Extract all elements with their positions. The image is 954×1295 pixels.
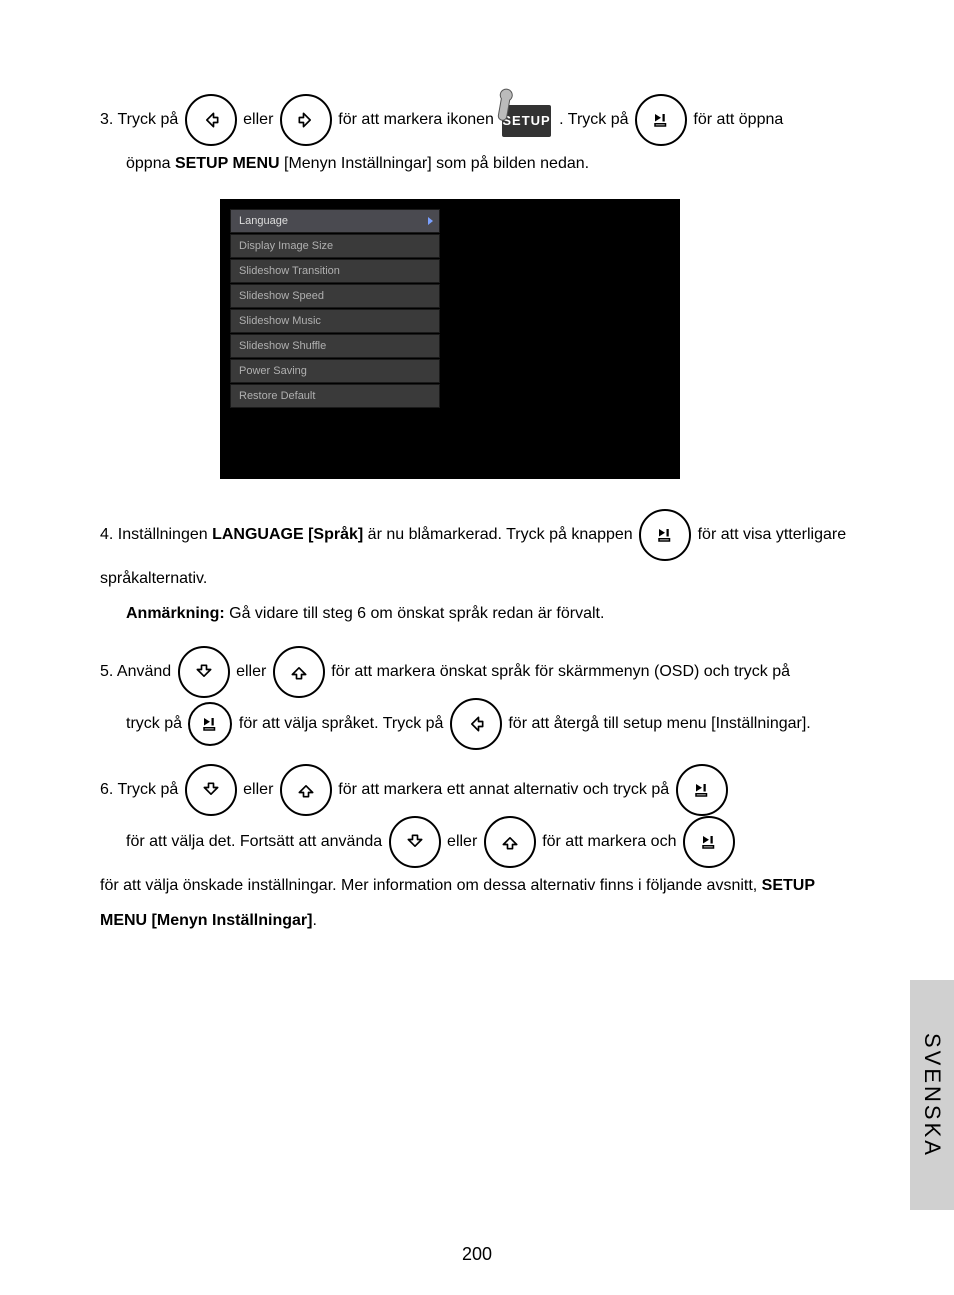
menu-item-slideshow-shuffle: Slideshow Shuffle	[230, 334, 440, 358]
menu-item-display-image-size: Display Image Size	[230, 234, 440, 258]
play-pause-icon	[676, 764, 728, 816]
step5-text-4: för att återgå till setup menu [Inställn…	[508, 715, 810, 732]
step-5: 5. Använd eller för att markera önskat s…	[100, 646, 860, 750]
step-3: 3. Tryck på eller för att markera ikonen…	[100, 94, 860, 181]
left-arrow-icon	[185, 94, 237, 146]
left-arrow-icon	[450, 698, 502, 750]
step3-number: 3.	[100, 102, 113, 137]
down-arrow-icon	[178, 646, 230, 698]
step3-or: eller	[243, 111, 278, 128]
play-pause-icon	[683, 816, 735, 868]
menu-item-power-saving: Power Saving	[230, 359, 440, 383]
play-pause-icon	[635, 94, 687, 146]
step5-text-1: Använd	[117, 663, 176, 680]
play-pause-icon	[188, 702, 232, 746]
language-tab: SVENSKA	[910, 980, 954, 1210]
step6-text-2: för att markera ett annat alternativ och…	[338, 781, 673, 798]
down-arrow-icon	[185, 764, 237, 816]
menu-item-slideshow-music: Slideshow Music	[230, 309, 440, 333]
submenu-arrow-icon	[428, 217, 433, 225]
setup-menu-list: Language Display Image Size Slideshow Tr…	[230, 209, 440, 409]
menu-item-restore-default: Restore Default	[230, 384, 440, 408]
step6-text-5: för att välja önskade inställningar. Mer…	[100, 877, 762, 894]
step4-text-1: Inställningen	[118, 526, 212, 543]
step4-note: Anmärkning:	[126, 605, 225, 622]
step3-text-3: . Tryck på	[559, 111, 633, 128]
up-arrow-icon	[484, 816, 536, 868]
step5-text-2: för att markera önskat språk för skärmme…	[331, 663, 790, 680]
step6-text-3: för att välja det. Fortsätt att använda	[126, 833, 387, 850]
step5-tryck: tryck på	[126, 715, 186, 732]
step4-text-2: är nu blåmarkerad. Tryck på knappen	[368, 526, 637, 543]
step5-text-3: för att välja språket. Tryck på	[239, 715, 448, 732]
step-6: 6. Tryck på eller för att markera ett an…	[100, 764, 860, 938]
step6-or-1: eller	[243, 781, 278, 798]
up-arrow-icon	[273, 646, 325, 698]
step4-number: 4.	[100, 517, 113, 552]
down-arrow-icon	[389, 816, 441, 868]
language-tab-label: SVENSKA	[919, 1033, 945, 1158]
step6-number: 6.	[100, 772, 113, 807]
step5-or: eller	[236, 663, 271, 680]
menu-item-language: Language	[230, 209, 440, 233]
play-pause-icon	[639, 509, 691, 561]
step3-text-1: Tryck på	[118, 111, 183, 128]
step5-number: 5.	[100, 654, 113, 689]
step3-menu: SETUP MENU	[175, 155, 280, 172]
step3-open: öppna	[126, 155, 175, 172]
step6-text-1: Tryck på	[118, 781, 183, 798]
step6-dot: .	[312, 912, 316, 929]
setup-icon: SETUP	[502, 103, 550, 138]
page-number: 200	[0, 1244, 954, 1265]
menu-item-slideshow-transition: Slideshow Transition	[230, 259, 440, 283]
step-4: 4. Inställningen LANGUAGE [Språk] är nu …	[100, 509, 860, 631]
step3-text-2: för att markera ikonen	[338, 111, 498, 128]
step3-text-4: för att öppna	[693, 111, 783, 128]
step6-text-4: för att markera och	[542, 833, 681, 850]
up-arrow-icon	[280, 764, 332, 816]
step4-text-4: Gå vidare till steg 6 om önskat språk re…	[229, 605, 604, 622]
setup-menu-screenshot: Language Display Image Size Slideshow Tr…	[220, 199, 680, 479]
step6-or-2: eller	[447, 833, 482, 850]
step4-language: LANGUAGE [Språk]	[212, 526, 363, 543]
right-arrow-icon	[280, 94, 332, 146]
menu-item-slideshow-speed: Slideshow Speed	[230, 284, 440, 308]
step3-text-5: [Menyn Inställningar] som på bilden neda…	[284, 155, 589, 172]
